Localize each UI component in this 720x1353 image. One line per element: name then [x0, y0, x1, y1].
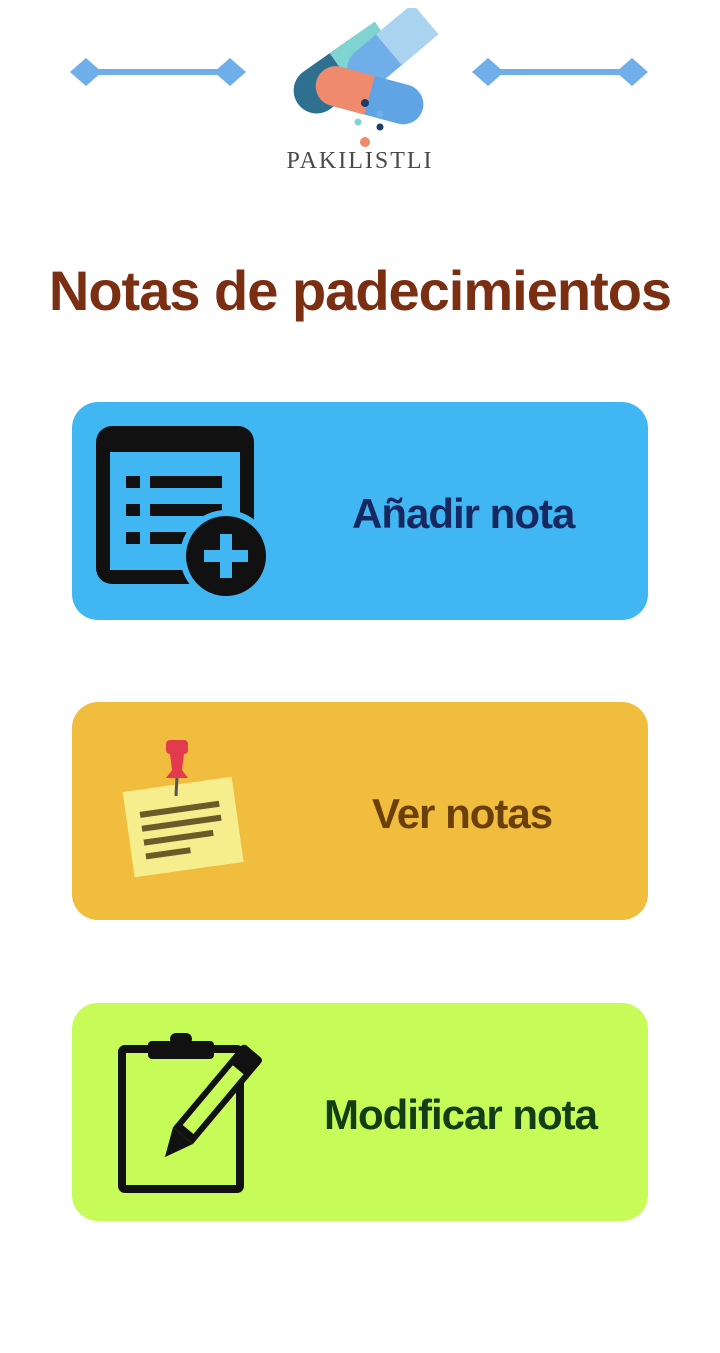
logo-wordmark: PAKILISTLI	[286, 148, 434, 174]
pills-logo-icon	[293, 8, 439, 147]
divider-ornament-left-icon	[70, 58, 246, 86]
edit-clipboard-icon	[118, 1033, 262, 1193]
edit-note-button[interactable]: Modificar nota	[72, 1003, 648, 1221]
add-note-label: Añadir nota	[352, 490, 575, 537]
pinned-note-icon	[122, 740, 244, 878]
divider-ornament-right-icon	[472, 58, 648, 86]
app-header: PAKILISTLI	[0, 0, 720, 200]
view-notes-button[interactable]: Ver notas	[72, 702, 648, 920]
add-note-list-icon	[96, 426, 272, 602]
page-title: Notas de padecimientos	[48, 259, 672, 322]
add-note-button[interactable]: Añadir nota	[72, 402, 648, 620]
view-notes-label: Ver notas	[372, 790, 553, 837]
edit-note-label: Modificar nota	[324, 1091, 598, 1138]
